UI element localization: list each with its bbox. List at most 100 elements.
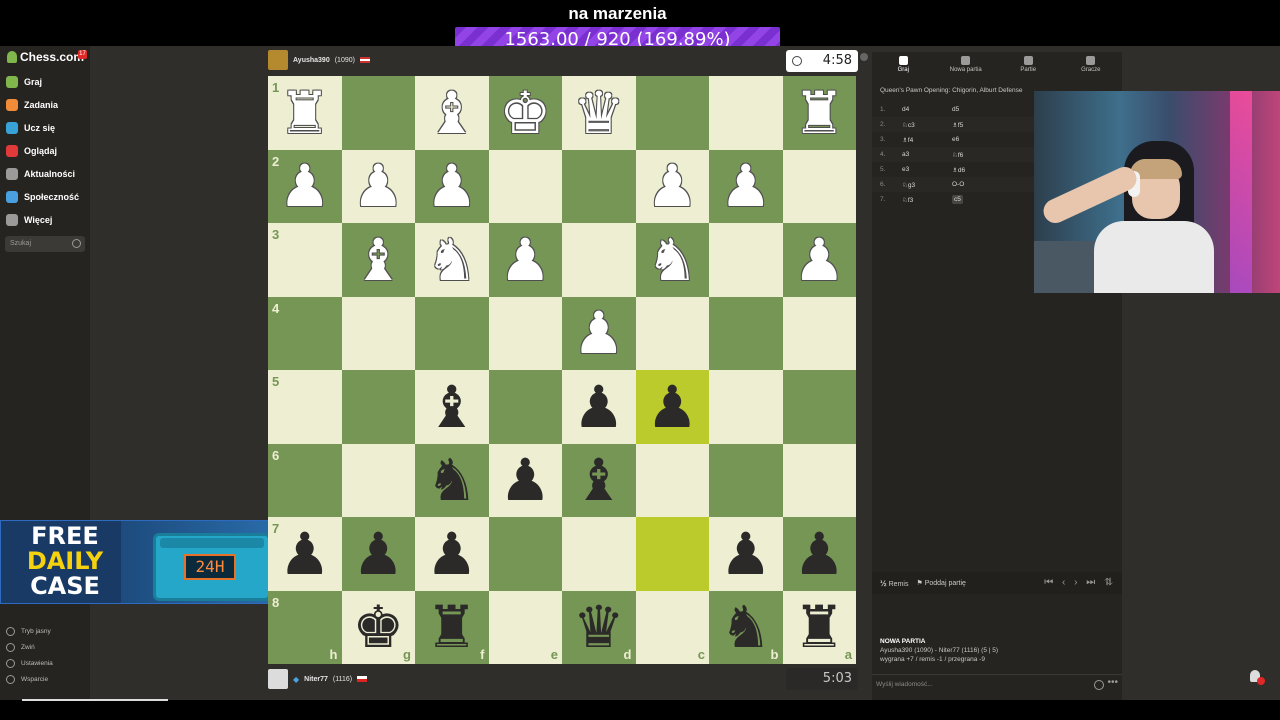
board-square[interactable]: ♟ [562, 370, 636, 444]
white-bishop-icon[interactable]: ♝ [352, 231, 404, 289]
white-pawn-icon[interactable]: ♟ [720, 157, 772, 215]
board-square[interactable]: ♟ [488, 443, 562, 517]
white-queen-icon[interactable]: ♛ [573, 84, 625, 142]
board-square[interactable]: ♟ [488, 223, 562, 297]
draw-button[interactable]: ½ Remis [880, 579, 908, 588]
board-square[interactable] [709, 76, 783, 150]
board-square[interactable] [562, 223, 636, 297]
board-square[interactable]: ♝ [415, 370, 489, 444]
board-square[interactable]: ♟ [415, 517, 489, 591]
sidebar-item-1[interactable]: Zadania [6, 99, 58, 111]
board-square[interactable] [635, 296, 709, 370]
board-square[interactable] [782, 370, 856, 444]
black-move[interactable]: ♗d6 [952, 166, 1002, 174]
board-square[interactable]: ♜ [782, 76, 856, 150]
board-square[interactable] [341, 296, 415, 370]
white-move[interactable]: ♘c3 [902, 121, 952, 129]
sidebar-bottom-item-1[interactable]: Zwiń [6, 643, 35, 652]
black-pawn-icon[interactable]: ♟ [720, 525, 772, 583]
board-square[interactable]: ♟ [635, 149, 709, 223]
white-pawn-icon[interactable]: ♟ [279, 157, 331, 215]
black-pawn-icon[interactable]: ♟ [352, 525, 404, 583]
resign-button[interactable]: ⚑ Poddaj partię [916, 579, 966, 587]
black-move[interactable]: c5 [952, 195, 1002, 204]
board-square[interactable] [415, 296, 489, 370]
board-square[interactable]: 7 ♟ [268, 517, 342, 591]
black-queen-icon[interactable]: ♛ [573, 598, 625, 656]
sidebar-item-3[interactable]: Oglądaj [6, 145, 57, 157]
board-square[interactable]: 2 ♟ [268, 149, 342, 223]
black-move[interactable]: e6 [952, 136, 1002, 143]
board-square[interactable]: ♟ [782, 223, 856, 297]
chess-board[interactable]: 1 ♜ ♝ ♚ ♛ ♜ 2 ♟ ♟ ♟ ♟ ♟ 3 ♝ ♞ ♟ ♞ ♟ 4 ♟ 5 ♝ ♟ ♟ 6 ♞ ♟ ♝ 7 ♟ ♟ ♟ ♟ ♟ 8 h g ♚ f ♜… [268, 76, 856, 664]
board-square[interactable]: ♟ [709, 517, 783, 591]
top-player-name[interactable]: Ayusha390 [293, 57, 330, 64]
sidebar-item-4[interactable]: Aktualności [6, 168, 75, 180]
board-square[interactable] [341, 76, 415, 150]
board-square[interactable]: ♟ [635, 370, 709, 444]
board-square[interactable] [488, 149, 562, 223]
board-square[interactable] [709, 223, 783, 297]
sidebar-item-5[interactable]: Społeczność [6, 191, 79, 203]
black-move[interactable]: d5 [952, 106, 1002, 113]
tab-0[interactable]: Graj [872, 52, 935, 80]
board-square[interactable]: ♚ [488, 76, 562, 150]
black-knight-icon[interactable]: ♞ [426, 451, 478, 509]
board-square[interactable]: ♟ [415, 149, 489, 223]
sidebar-bottom-item-2[interactable]: Ustawienia [6, 659, 53, 668]
board-square[interactable]: 4 [268, 296, 342, 370]
black-pawn-icon[interactable]: ♟ [646, 378, 698, 436]
chat-input[interactable]: Wyślij wiadomość... ••• [872, 674, 1122, 694]
board-square[interactable]: e [488, 590, 562, 664]
white-move[interactable]: ♗f4 [902, 136, 952, 144]
black-pawn-icon[interactable]: ♟ [499, 451, 551, 509]
white-rook-icon[interactable]: ♜ [793, 84, 845, 142]
board-square[interactable]: g ♚ [341, 590, 415, 664]
white-move[interactable]: a3 [902, 151, 952, 158]
close-icon[interactable] [860, 53, 868, 61]
sidebar-item-2[interactable]: Ucz się [6, 122, 55, 134]
move-navigation[interactable]: ⏮ ‹ › ⏭ ⇅ [1044, 577, 1116, 588]
white-pawn-icon[interactable]: ♟ [646, 157, 698, 215]
board-square[interactable] [341, 443, 415, 517]
board-square[interactable]: f ♜ [415, 590, 489, 664]
board-square[interactable] [709, 370, 783, 444]
board-square[interactable] [341, 370, 415, 444]
board-square[interactable]: ♞ [635, 223, 709, 297]
board-square[interactable] [488, 517, 562, 591]
board-square[interactable]: 1 ♜ [268, 76, 342, 150]
board-square[interactable] [782, 149, 856, 223]
black-pawn-icon[interactable]: ♟ [793, 525, 845, 583]
board-square[interactable]: ♟ [709, 149, 783, 223]
board-square[interactable]: ♟ [562, 296, 636, 370]
board-square[interactable] [488, 296, 562, 370]
board-square[interactable] [488, 370, 562, 444]
white-pawn-icon[interactable]: ♟ [573, 304, 625, 362]
board-square[interactable]: a ♜ [782, 590, 856, 664]
black-pawn-icon[interactable]: ♟ [573, 378, 625, 436]
board-square[interactable]: b ♞ [709, 590, 783, 664]
white-king-icon[interactable]: ♚ [499, 84, 551, 142]
board-square[interactable]: ♝ [341, 223, 415, 297]
board-square[interactable]: ♝ [562, 443, 636, 517]
black-move[interactable]: O-O [952, 181, 1002, 188]
white-move[interactable]: ♘g3 [902, 181, 952, 189]
tab-3[interactable]: Gracze [1060, 52, 1123, 80]
board-square[interactable]: ♟ [341, 149, 415, 223]
black-move[interactable]: ♘f6 [952, 151, 1002, 159]
white-move[interactable]: d4 [902, 106, 952, 113]
more-dots-icon[interactable]: ••• [1107, 677, 1118, 688]
tab-1[interactable]: Nowa partia [935, 52, 998, 80]
board-square[interactable]: 3 [268, 223, 342, 297]
white-rook-icon[interactable]: ♜ [279, 84, 331, 142]
sidebar-item-6[interactable]: Więcej [6, 214, 52, 226]
black-move[interactable]: ♗f5 [952, 121, 1002, 129]
white-move[interactable]: ♘f3 [902, 196, 952, 204]
white-pawn-icon[interactable]: ♟ [499, 231, 551, 289]
chess-logo[interactable]: Chess.com [7, 50, 84, 64]
black-knight-icon[interactable]: ♞ [720, 598, 772, 656]
emoji-icon[interactable] [1094, 680, 1104, 690]
board-square[interactable] [782, 443, 856, 517]
opening-name[interactable]: Queen's Pawn Opening: Chigorin, Alburt D… [880, 87, 1023, 94]
avatar[interactable] [268, 669, 288, 689]
